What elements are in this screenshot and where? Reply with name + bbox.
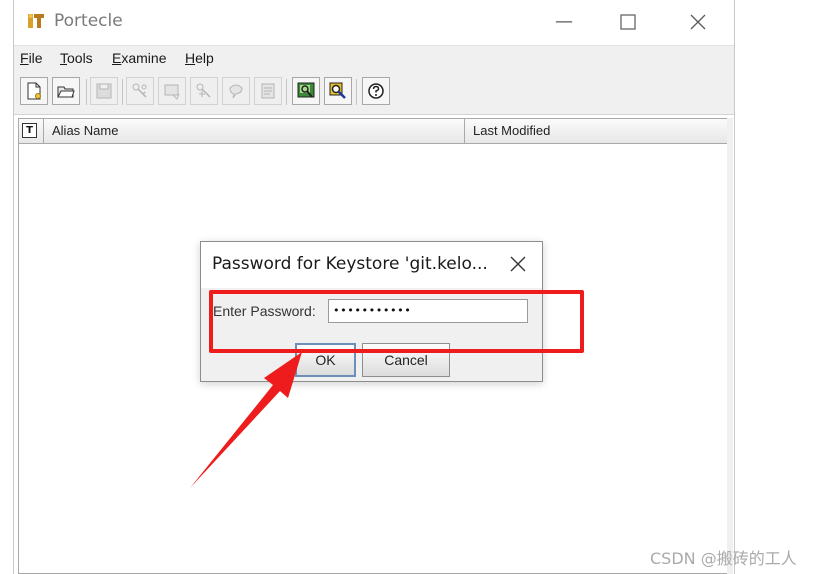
menu-file-label: ile (28, 50, 43, 66)
toolbar-separator (86, 79, 87, 105)
save-keystore-button[interactable] (90, 77, 118, 105)
close-window-button[interactable] (678, 8, 718, 36)
examine-crl-icon (329, 82, 346, 99)
toolbar-separator (286, 79, 287, 105)
new-keystore-icon (27, 82, 41, 100)
menu-tools-mnemonic: T (60, 50, 67, 66)
maximize-icon (620, 14, 636, 30)
help-button[interactable] (362, 77, 390, 105)
menu-help-mnemonic: H (185, 50, 196, 66)
menu-help[interactable]: Help (185, 50, 214, 66)
window-title: Portecle (54, 11, 123, 31)
dialog-close-button[interactable] (506, 252, 530, 276)
table-header: T Alias Name Last Modified (19, 119, 727, 144)
examine-crl-button[interactable] (324, 77, 352, 105)
generate-keypair-icon (132, 83, 147, 98)
menu-file[interactable]: File (20, 50, 43, 66)
examine-certificate-icon (297, 82, 315, 98)
menu-tools[interactable]: Tools (60, 50, 93, 66)
alias-name-column-header[interactable]: Alias Name (44, 119, 465, 143)
examine-certificate-button[interactable] (292, 77, 320, 105)
import-trusted-cert-button[interactable] (158, 77, 186, 105)
toolbar (14, 72, 734, 115)
generate-keypair-button[interactable] (126, 77, 154, 105)
import-trusted-cert-icon (164, 84, 180, 100)
keystore-report-icon (261, 83, 275, 99)
minimize-button[interactable]: — (544, 8, 584, 36)
import-keypair-button[interactable] (190, 77, 218, 105)
toolbar-separator (356, 79, 357, 105)
minimize-icon: — (555, 11, 573, 32)
close-icon (690, 14, 706, 30)
dialog-title-bar[interactable]: Password for Keystore 'git.kelo... (201, 242, 542, 288)
menu-file-mnemonic: F (20, 50, 29, 66)
table-scroll-gutter (727, 118, 733, 574)
maximize-button[interactable] (608, 8, 648, 36)
open-keystore-button[interactable] (52, 77, 80, 105)
menu-help-label: elp (195, 50, 214, 66)
last-modified-column-header[interactable]: Last Modified (465, 119, 727, 143)
dialog-title: Password for Keystore 'git.kelo... (212, 254, 488, 274)
red-arrow-annotation (190, 352, 302, 488)
entry-type-icon: T (22, 123, 37, 138)
keystore-report-button[interactable] (254, 77, 282, 105)
portecle-app-icon (28, 14, 44, 28)
import-keypair-icon (196, 83, 211, 98)
close-icon (510, 256, 526, 272)
keystore-password-icon (229, 84, 243, 99)
menu-examine-mnemonic: E (112, 50, 122, 66)
menu-tools-label: ools (67, 50, 93, 66)
new-keystore-button[interactable] (20, 77, 48, 105)
menu-examine[interactable]: Examine (112, 50, 166, 66)
toolbar-separator (122, 79, 123, 105)
help-icon (368, 83, 384, 99)
menu-bar: File Tools Examine Help (14, 45, 734, 72)
title-bar[interactable]: Portecle — (14, 0, 734, 44)
save-keystore-icon (96, 83, 112, 99)
type-column-header[interactable]: T (19, 119, 44, 143)
csdn-watermark: CSDN @搬砖的工人 (650, 549, 797, 568)
menu-examine-label: xamine (121, 50, 167, 66)
keystore-password-button[interactable] (222, 77, 250, 105)
open-keystore-icon (57, 86, 75, 98)
